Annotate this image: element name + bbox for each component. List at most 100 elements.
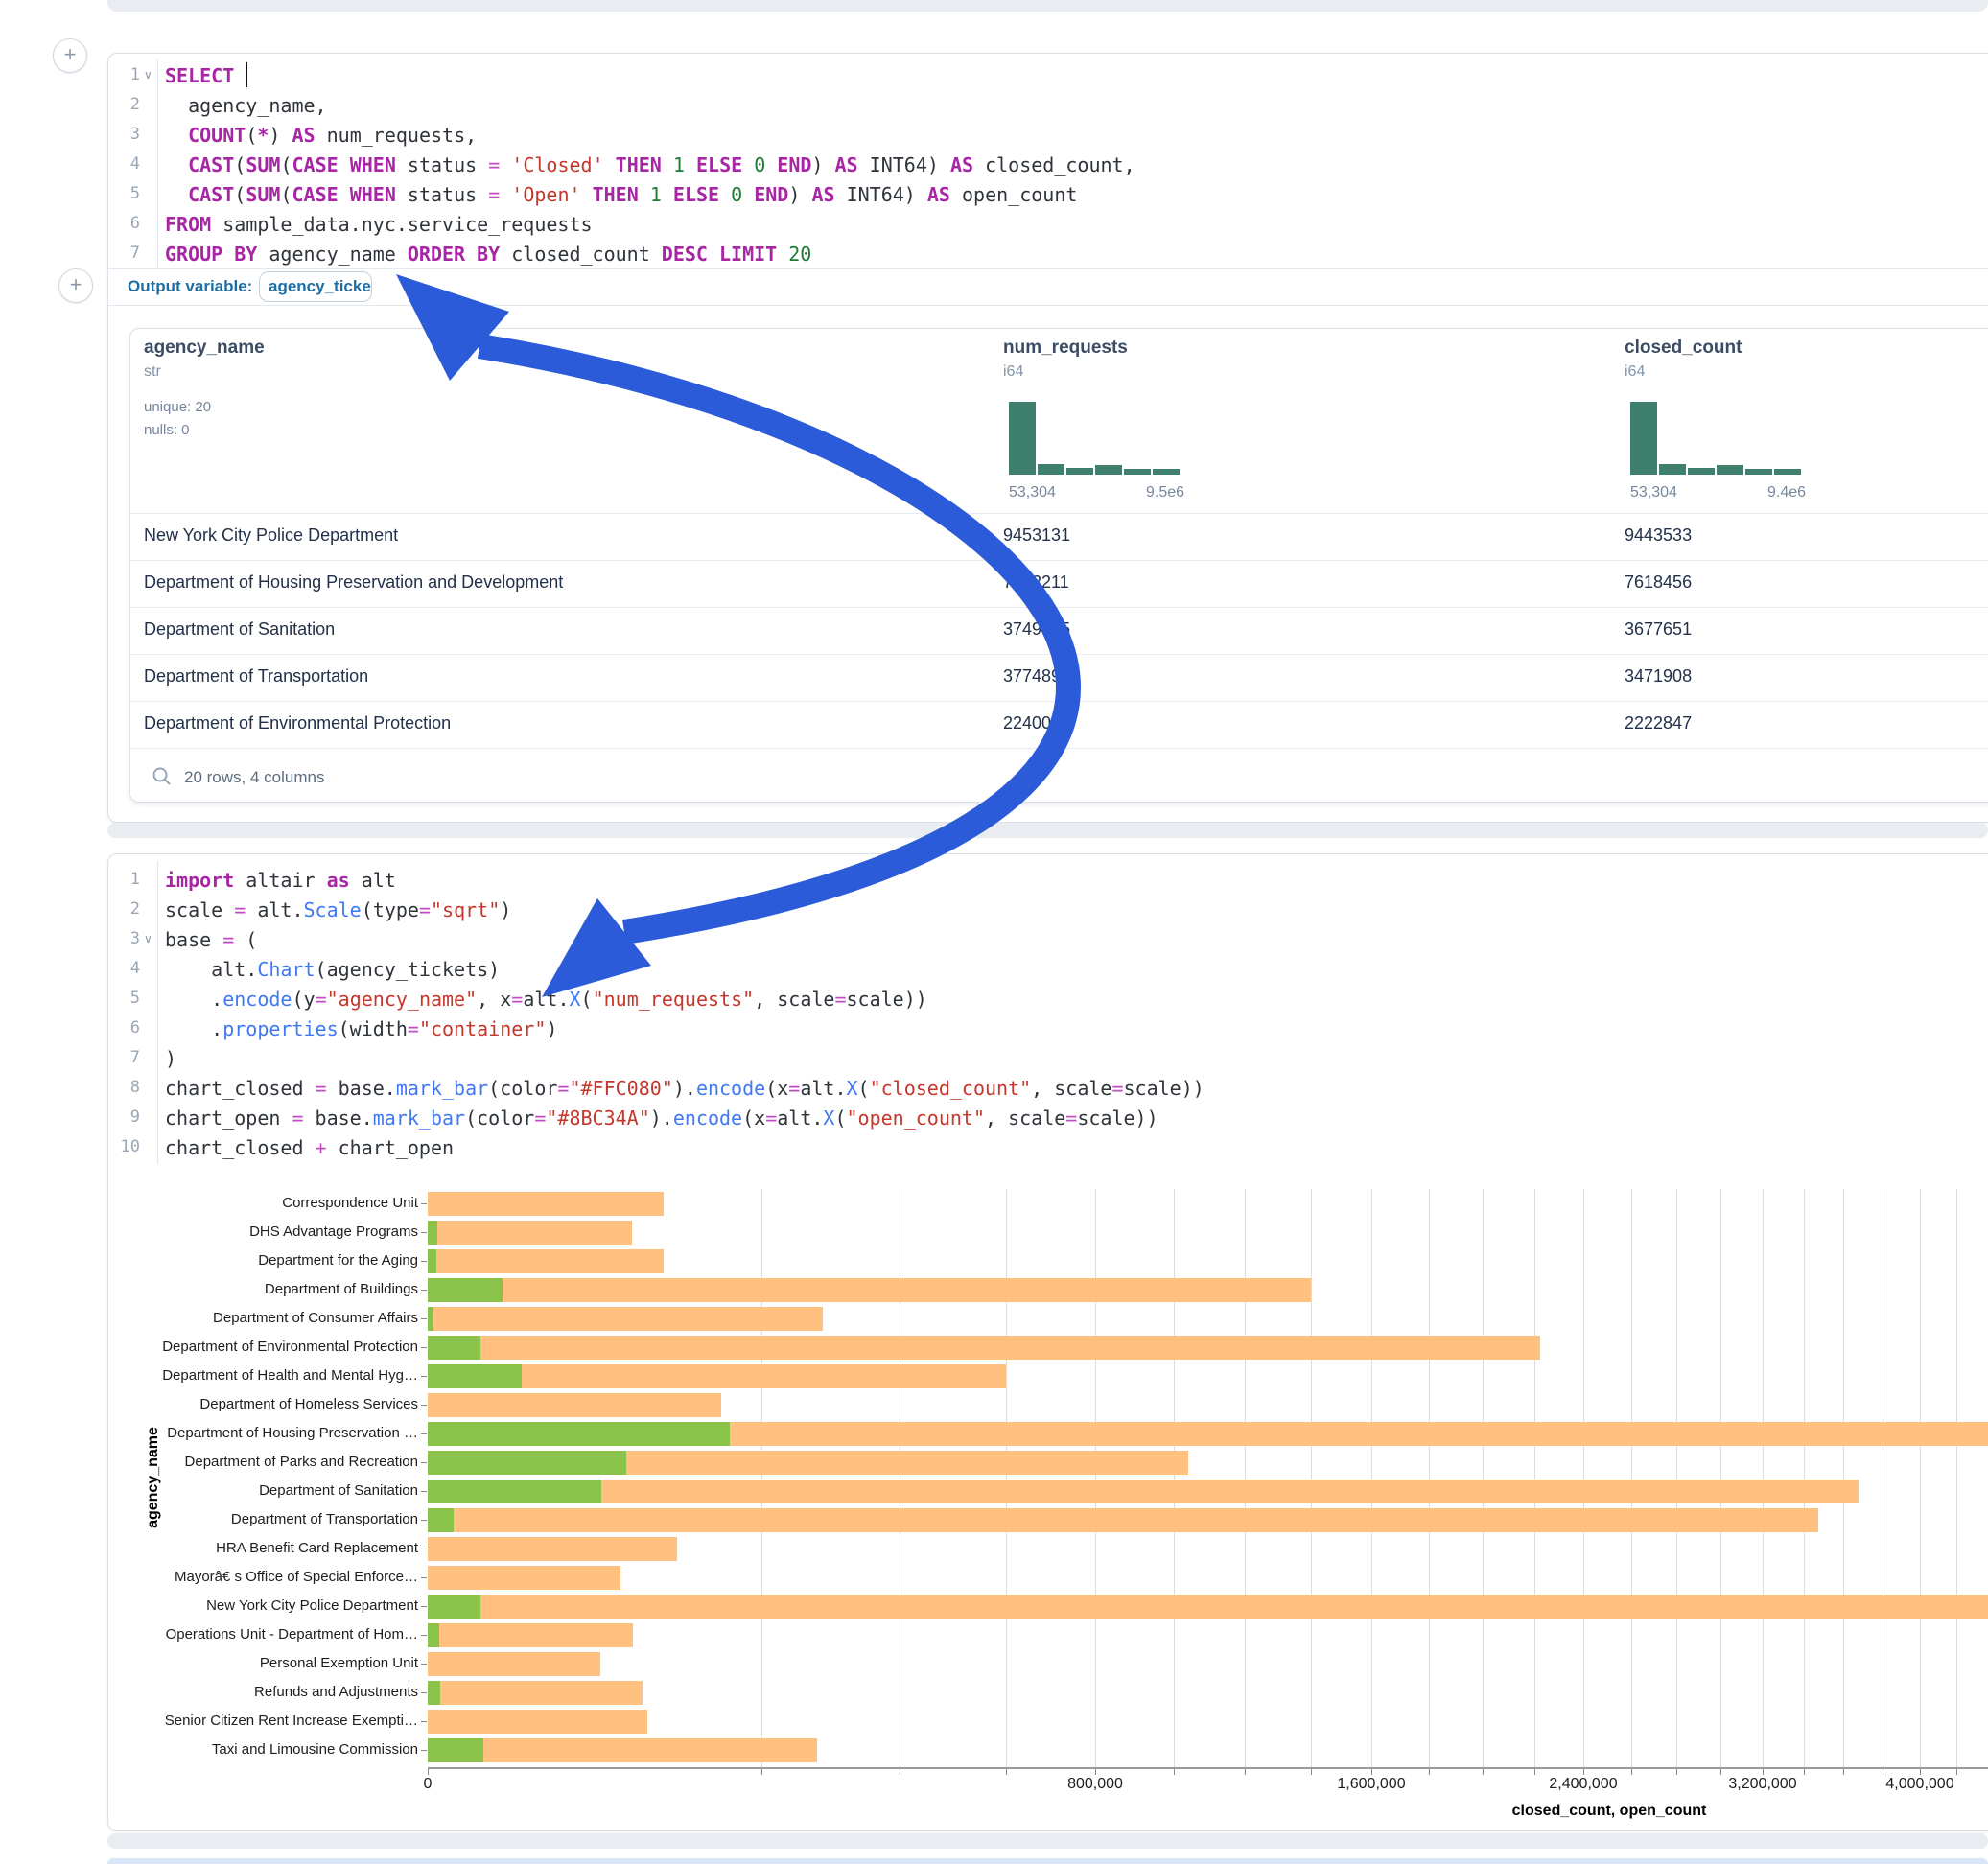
python-cell-code-line[interactable]: chart_open = base.mark_bar(color="#8BC34… (165, 1103, 1158, 1132)
chart-x-tick (1174, 1769, 1175, 1775)
python-cell-code-line[interactable]: scale = alt.Scale(type="sqrt") (165, 895, 511, 924)
code-token: alt. (523, 988, 569, 1011)
sql-cell-code-line[interactable]: GROUP BY agency_name ORDER BY closed_cou… (165, 239, 811, 268)
chevron-down-icon[interactable]: ∨ (144, 932, 152, 945)
code-token: = (292, 1107, 303, 1130)
table-cell[interactable]: 7618456 (1625, 572, 1692, 593)
sql-cell-code-line[interactable]: agency_name, (165, 90, 327, 120)
table-cell[interactable]: Department of Sanitation (144, 619, 335, 640)
python-cell-code-line[interactable]: alt.Chart(agency_tickets) (165, 954, 500, 984)
table-cell[interactable]: 7782211 (1003, 572, 1069, 593)
table-cell[interactable]: 2240041 (1003, 713, 1070, 734)
bar-closed-count (428, 1192, 664, 1216)
code-token: agency_name (257, 243, 408, 266)
python-cell-code-line[interactable]: .properties(width="container") (165, 1014, 557, 1043)
table-cell[interactable]: Department of Housing Preservation and D… (144, 572, 563, 593)
chart-y-tick (421, 1405, 427, 1406)
chart-y-label: Senior Citizen Rent Increase Exempti… (115, 1713, 418, 1729)
python-cell-code-line[interactable]: chart_closed + chart_open (165, 1132, 454, 1162)
code-token: import (165, 869, 234, 892)
code-token: AS (292, 124, 316, 147)
chart-x-tick (1245, 1769, 1246, 1775)
code-token: 0 (754, 153, 765, 176)
table-row-separator (130, 513, 1988, 514)
code-token: ) (269, 124, 292, 147)
code-token: Scale (304, 898, 362, 921)
sql-cell-code-line[interactable]: CAST(SUM(CASE WHEN status = 'Closed' THE… (165, 150, 1135, 179)
code-token: ( (280, 183, 292, 206)
chart-y-label: Department of Health and Mental Hyg… (115, 1367, 418, 1384)
add-cell-button-top[interactable]: + (53, 38, 87, 73)
sql-cell-code-line[interactable]: SELECT (165, 60, 246, 90)
table-cell[interactable]: 2222847 (1625, 713, 1692, 734)
column-header-closed_count[interactable]: closed_count (1625, 338, 1742, 359)
python-cell-line-number: 1 (102, 870, 140, 889)
code-token: ( (581, 988, 593, 1011)
bar-closed-count (428, 1623, 633, 1647)
code-token: , scale (985, 1107, 1065, 1130)
code-token: (agency_tickets) (316, 958, 501, 981)
chart-y-tick (421, 1318, 427, 1319)
code-token: ELSE (673, 183, 719, 206)
search-icon[interactable] (152, 766, 173, 787)
code-token: (x (742, 1107, 765, 1130)
code-token: DESC (662, 243, 708, 266)
code-token: = (1111, 1077, 1123, 1100)
sql-cell-code-line[interactable]: FROM sample_data.nyc.service_requests (165, 209, 593, 239)
table-cell[interactable]: 9453131 (1003, 525, 1070, 546)
chart-x-tick (1095, 1769, 1096, 1775)
table-cell[interactable]: 3774892 (1003, 666, 1070, 687)
chart-y-tick (421, 1664, 427, 1665)
chevron-down-icon[interactable]: ∨ (144, 68, 152, 82)
python-cell-code-line[interactable]: .encode(y="agency_name", x=alt.X("num_re… (165, 984, 927, 1014)
bar-closed-count (428, 1393, 721, 1417)
code-token: scale)) (1124, 1077, 1204, 1100)
python-cell-code-line[interactable]: ) (165, 1043, 176, 1073)
sql-code-bottom-divider (108, 268, 1988, 269)
chart-x-tick (428, 1769, 429, 1775)
table-cell[interactable]: Department of Environmental Protection (144, 713, 451, 734)
sql-cell-line-number: 2 (102, 95, 140, 114)
table-cell[interactable]: 3471908 (1625, 666, 1692, 687)
add-cell-button-middle[interactable]: + (58, 268, 93, 303)
python-cell-code-line[interactable]: chart_closed = base.mark_bar(color="#FFC… (165, 1073, 1204, 1103)
table-cell[interactable]: 3677651 (1625, 619, 1692, 640)
code-token: X (847, 1077, 858, 1100)
sql-cell-code-line[interactable]: CAST(SUM(CASE WHEN status = 'Open' THEN … (165, 179, 1077, 209)
table-cell[interactable]: 3749485 (1003, 619, 1070, 640)
python-cell-code-line[interactable]: import altair as alt (165, 865, 396, 895)
chart-y-label: Department of Homeless Services (115, 1396, 418, 1412)
bar-open-count (428, 1249, 436, 1273)
sql-cell-code-line[interactable]: COUNT(*) AS num_requests, (165, 120, 477, 150)
column-header-num_requests[interactable]: num_requests (1003, 338, 1128, 359)
column-header-agency_name[interactable]: agency_name (144, 338, 265, 359)
chart-y-label: Department of Housing Preservation … (115, 1425, 418, 1441)
bar-closed-count (428, 1307, 823, 1331)
code-token (639, 183, 650, 206)
python-cell-code-line[interactable]: base = ( (165, 924, 257, 954)
python-cell-line-number: 4 (102, 959, 140, 978)
table-cell[interactable]: Department of Transportation (144, 666, 368, 687)
chart-y-label: Taxi and Limousine Commission (115, 1741, 418, 1758)
code-token: ). (673, 1077, 696, 1100)
chart-y-tick (421, 1491, 427, 1492)
bar-open-count (428, 1480, 601, 1503)
code-token: "open_count" (847, 1107, 986, 1130)
code-token: (y (292, 988, 315, 1011)
bar-open-count (428, 1422, 730, 1446)
next-cell-edge (107, 1858, 1988, 1864)
code-token: SUM (246, 183, 280, 206)
previous-cell-edge (107, 0, 1988, 12)
chart-x-tick-label: 4,000,000 (1885, 1776, 1953, 1793)
histogram-bar (1745, 469, 1772, 475)
table-cell[interactable]: 9443533 (1625, 525, 1692, 546)
output-variable-pill[interactable]: agency_tickets (259, 271, 372, 302)
histogram-max-label: 9.5e6 (1146, 484, 1184, 501)
code-token (742, 183, 754, 206)
table-cell[interactable]: New York City Police Department (144, 525, 398, 546)
bar-closed-count (428, 1681, 643, 1705)
cell-gap-strip-1 (107, 823, 1988, 838)
bar-closed-count (428, 1738, 817, 1762)
code-token: ( (858, 1077, 870, 1100)
code-token: CAST (188, 153, 234, 176)
